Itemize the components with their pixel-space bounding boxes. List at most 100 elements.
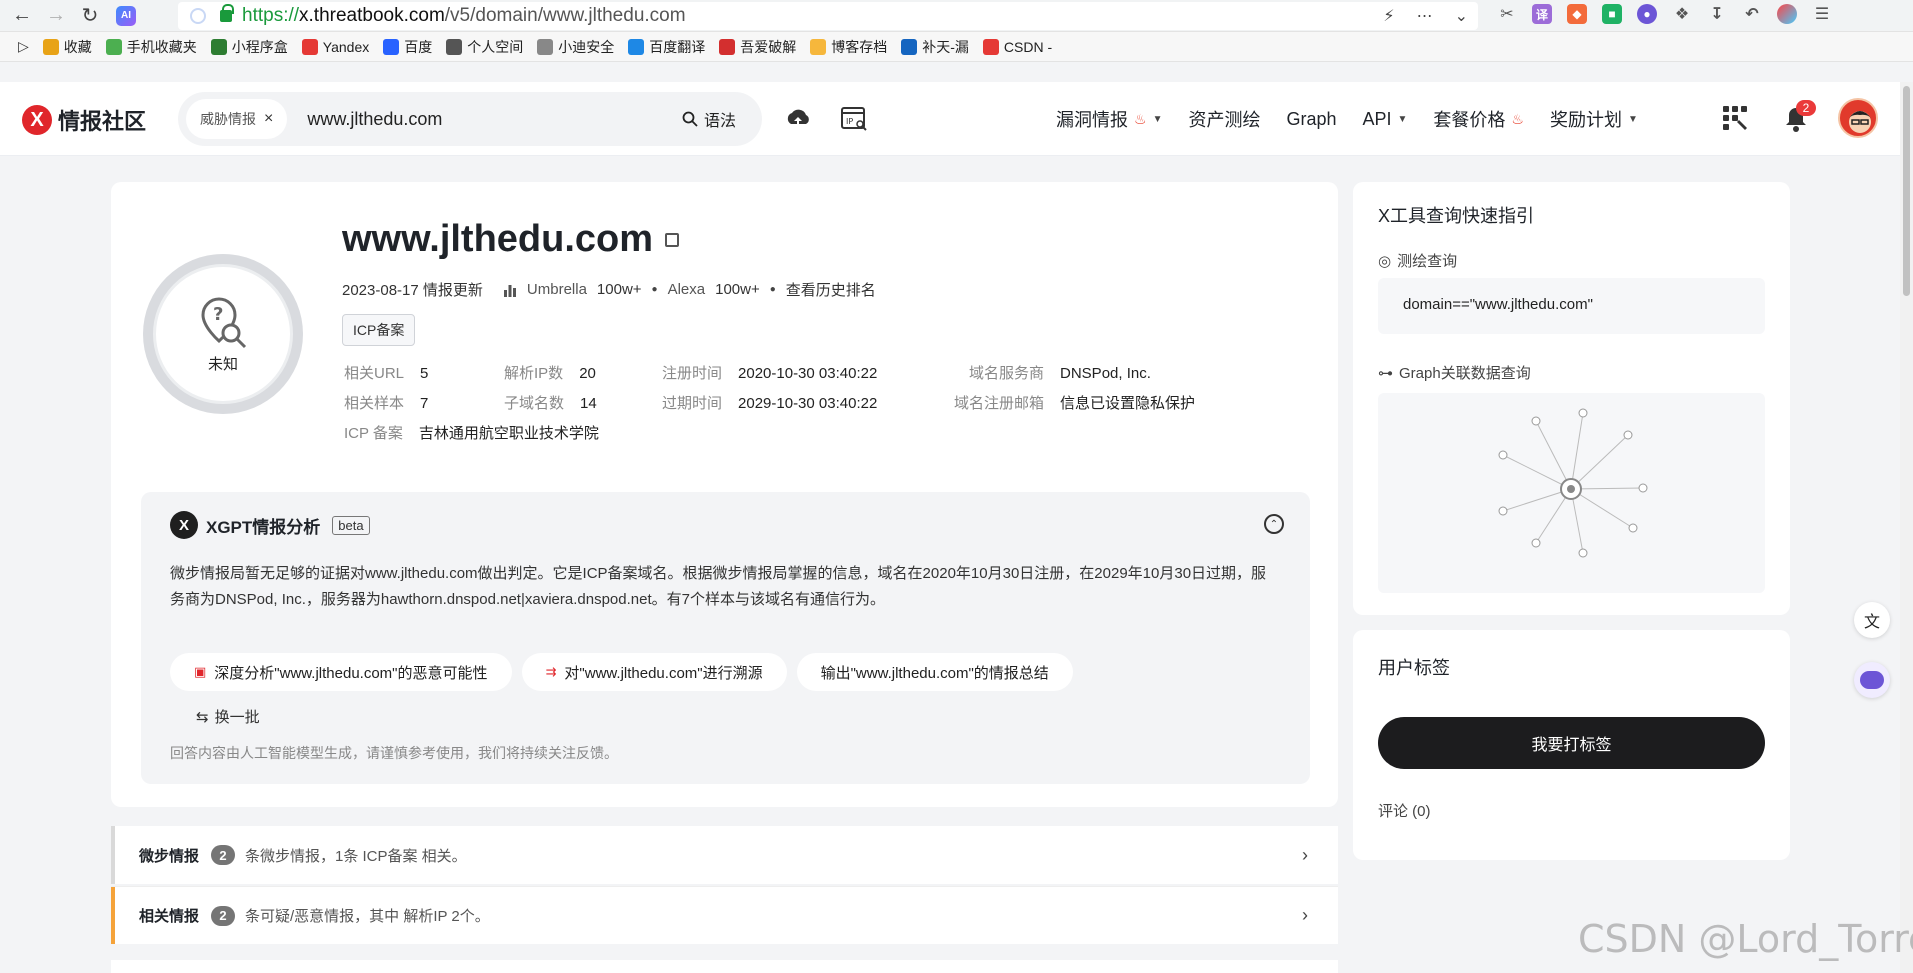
summary-chip[interactable]: 输出"www.jlthedu.com"的情报总结	[796, 653, 1073, 691]
fire-icon: ♨	[1511, 110, 1524, 127]
expire-time-label: 过期时间	[662, 395, 723, 412]
notes-ext-icon[interactable]: ■	[1602, 4, 1622, 24]
nav-item[interactable]: 套餐价格 ♨	[1433, 106, 1524, 132]
search-icon	[682, 111, 698, 127]
search-input[interactable]	[307, 108, 658, 130]
assistant-float-button[interactable]	[1854, 662, 1890, 698]
nav-item[interactable]: 漏洞情报 ♨ ▼	[1056, 106, 1162, 132]
bookmark-label: 百度翻译	[649, 38, 706, 55]
trace-icon: ⇉	[545, 664, 557, 679]
profile-ext-icon[interactable]	[1777, 4, 1797, 24]
collapse-icon[interactable]: ⌃	[1264, 514, 1284, 534]
bookmark-item[interactable]: CSDN -	[982, 37, 1052, 57]
bookmark-icon	[628, 38, 645, 55]
bookmark-item[interactable]: 收藏	[42, 37, 92, 57]
resolve-ip-value[interactable]: 20	[579, 365, 596, 382]
nav-item-label: 漏洞情报	[1056, 110, 1128, 130]
swap-icon: ⇆	[196, 708, 209, 726]
bookmark-label: 收藏	[63, 38, 92, 55]
scroll-thumb[interactable]	[1903, 86, 1910, 296]
upload-cloud-icon[interactable]	[783, 104, 813, 134]
history-rank-link[interactable]: 查看历史排名	[786, 279, 876, 300]
nav-item[interactable]: 奖励计划 ▼	[1550, 106, 1638, 132]
undo-icon[interactable]: ↶	[1742, 4, 1762, 24]
search-type-tag[interactable]: 威胁情报 ×	[186, 99, 288, 139]
bot-ext-icon[interactable]: ●	[1637, 4, 1657, 24]
chevron-down-icon[interactable]: ⌄	[1455, 6, 1468, 26]
bookmark-item[interactable]: 个人空间	[446, 37, 523, 57]
bookmark-icon	[210, 38, 227, 55]
deep-analysis-chip[interactable]: ▣ 深度分析"www.jlthedu.com"的恶意可能性	[170, 653, 512, 691]
caret-down-icon: ▼	[1627, 113, 1638, 125]
tools-grid-icon[interactable]	[1721, 104, 1751, 134]
nav-item[interactable]: API ▼	[1363, 106, 1408, 132]
related-url-value[interactable]: 5	[420, 365, 428, 382]
site-info-icon[interactable]	[190, 8, 206, 24]
url-text[interactable]: https://x.threatbook.com/v5/domain/www.j…	[242, 5, 686, 27]
avatar[interactable]	[1838, 98, 1878, 138]
notification-badge: 2	[1796, 100, 1816, 116]
bookmark-item[interactable]: 百度	[383, 37, 432, 57]
alexa-rank: 100w+	[715, 281, 760, 298]
subdomain-value[interactable]: 14	[580, 395, 597, 412]
chevron-right-icon[interactable]: ›	[1302, 905, 1308, 926]
row-count-badge: 2	[211, 845, 235, 865]
lock-icon	[220, 4, 234, 22]
assistant-bot-icon	[1860, 671, 1884, 689]
nav-item-label: 套餐价格	[1433, 110, 1506, 130]
bookmark-item[interactable]: 补天-漏	[901, 37, 969, 57]
address-bar[interactable]: https://x.threatbook.com/v5/domain/www.j…	[178, 2, 1478, 30]
bookmark-item[interactable]: 博客存档	[810, 37, 887, 57]
sidebar-toggle-icon[interactable]: ▷	[18, 38, 29, 55]
update-date: 2023-08-17 情报更新	[342, 282, 483, 299]
refresh-suggestions-button[interactable]: ⇆ 换一批	[196, 706, 260, 727]
logo[interactable]: X 情报社区	[22, 104, 146, 136]
extension-bar: ✂ 译 ◆ ■ ● ❖ ↧ ↶ ☰	[1497, 4, 1832, 24]
scissors-icon[interactable]: ✂	[1497, 4, 1517, 24]
ai-extension-icon[interactable]: AI	[116, 5, 136, 26]
dns-provider-label: 域名服务商	[969, 365, 1045, 382]
graph-preview[interactable]	[1378, 393, 1765, 593]
more-icon[interactable]: ⋯	[1417, 6, 1433, 26]
nav-item[interactable]: 资产测绘	[1188, 106, 1260, 132]
bookmark-item[interactable]: 小程序盒	[210, 37, 288, 57]
back-icon[interactable]: ←	[10, 4, 34, 28]
icp-tag[interactable]: ICP备案	[342, 314, 416, 346]
lightning-icon[interactable]: ⚡	[1383, 6, 1394, 26]
bookmark-item[interactable]: 小迪安全	[537, 37, 614, 57]
graph-query-heading: ⊶ Graph关联数据查询	[1378, 364, 1531, 383]
trace-source-chip[interactable]: ⇉ 对"www.jlthedu.com"进行溯源	[521, 653, 787, 691]
domain-title: www.jlthedu.com	[342, 218, 680, 261]
comments-link[interactable]: 评论 (0)	[1378, 800, 1431, 821]
row-weibu-intel[interactable]: 微步情报 2 条微步情报，1条 ICP备案 相关。 ›	[111, 826, 1338, 884]
bookmark-icon	[446, 38, 463, 55]
copy-icon[interactable]	[665, 232, 680, 247]
bookmark-item[interactable]: 百度翻译	[628, 37, 705, 57]
reload-icon[interactable]: ↻	[78, 4, 102, 28]
svg-text:IP: IP	[846, 117, 853, 126]
close-icon[interactable]: ×	[264, 110, 273, 128]
mapping-query-box[interactable]: domain=="www.jlthedu.com"	[1378, 278, 1765, 334]
syntax-button[interactable]: 语法	[682, 107, 736, 131]
chevron-right-icon[interactable]: ›	[1302, 845, 1308, 866]
nav-item[interactable]: Graph	[1286, 106, 1336, 132]
translate-ext-icon[interactable]: 译	[1532, 4, 1552, 24]
menu-icon[interactable]: ☰	[1812, 4, 1832, 24]
reg-time-value: 2020-10-30 03:40:22	[738, 365, 878, 382]
add-tag-button[interactable]: 我要打标签	[1378, 717, 1765, 769]
bookmark-item[interactable]: 手机收藏夹	[105, 37, 197, 57]
related-sample-value[interactable]: 7	[420, 395, 428, 412]
bookmark-item[interactable]: 吾爱破解	[719, 37, 796, 57]
page-scrollbar[interactable]	[1900, 82, 1913, 973]
puzzle-icon[interactable]: ❖	[1672, 4, 1692, 24]
game-ext-icon[interactable]: ◆	[1567, 4, 1587, 24]
download-icon[interactable]: ↧	[1707, 4, 1727, 24]
ip-lookup-icon[interactable]: IP	[839, 104, 869, 134]
bookmark-item[interactable]: Yandex	[301, 37, 369, 57]
translate-float-button[interactable]: 文	[1854, 602, 1890, 638]
nav-item-label: API	[1362, 108, 1392, 129]
risk-label: 未知	[207, 355, 238, 373]
forward-icon[interactable]: →	[44, 4, 68, 28]
row-related-intel[interactable]: 相关情报 2 条可疑/恶意情报，其中 解析IP 2个。 ›	[111, 886, 1338, 944]
reg-time-label: 注册时间	[662, 365, 723, 382]
